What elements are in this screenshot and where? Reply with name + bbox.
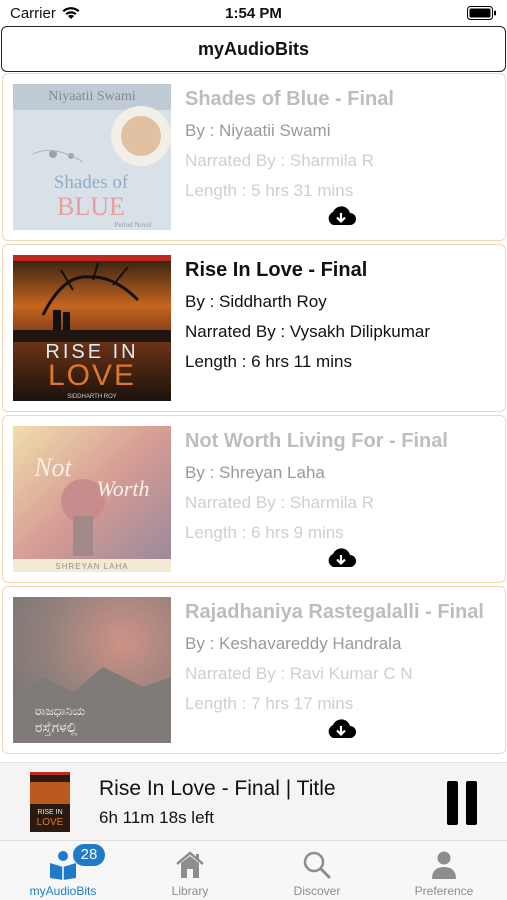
- book-author: By : Siddharth Roy: [185, 292, 327, 311]
- book-title: Rise In Love - Final: [185, 259, 368, 281]
- page-title: myAudioBits: [197, 38, 309, 59]
- book-length: Length : 5 hrs 31 mins: [185, 181, 354, 200]
- tab-library[interactable]: Library: [127, 841, 253, 900]
- tab-bar: 28 myAudioBits Library Discover Preferen…: [0, 840, 507, 900]
- book-list[interactable]: Niyaatii Swami Shades of BLUE Period Nov…: [0, 73, 507, 761]
- player-cover: RISE IN LOVE: [30, 772, 70, 832]
- book-info: Shades of Blue - Final By : Niyaatii Swa…: [185, 88, 497, 211]
- player-title: Rise In Love - Final | Title: [99, 777, 336, 800]
- house-icon: [176, 851, 204, 878]
- book-narrator: Narrated By : Vysakh Dilipkumar: [185, 322, 431, 341]
- cover-title-line2: LOVE: [48, 359, 136, 392]
- book-author: By : Keshavareddy Handrala: [185, 634, 402, 653]
- book-card-shades-of-blue[interactable]: Niyaatii Swami Shades of BLUE Period Nov…: [2, 73, 506, 241]
- book-cover: Not Worth SHREYAN LAHA: [13, 426, 171, 572]
- mini-player[interactable]: RISE IN LOVE Rise In Love - Final | Titl…: [0, 762, 507, 840]
- book-length: Length : 6 hrs 9 mins: [185, 523, 344, 542]
- cover-title-line2: Worth: [97, 476, 150, 501]
- book-card-rise-in-love[interactable]: RISE IN LOVE SIDDHARTH ROY Rise In Love …: [2, 244, 506, 412]
- book-narrator: Narrated By : Sharmila R: [185, 493, 374, 512]
- notification-badge: 28: [73, 844, 105, 866]
- pause-icon: [447, 781, 458, 825]
- cover-byline: SIDDHARTH ROY: [67, 394, 117, 400]
- cover-title-line2: ರಸ್ತೆಗಳಲ್ಲಿ: [35, 720, 77, 736]
- tab-label: myAudioBits: [29, 884, 97, 898]
- tab-label: Discover: [293, 884, 341, 898]
- status-bar: Carrier 1:54 PM: [0, 0, 507, 26]
- book-narrator: Narrated By : Sharmila R: [185, 151, 374, 170]
- book-cover: RISE IN LOVE SIDDHARTH ROY: [13, 255, 171, 401]
- player-cover-line2: LOVE: [37, 817, 64, 828]
- cover-title-line1: ರಾಜಧಾನಿಯ: [35, 704, 85, 718]
- book-card-not-worth-living-for[interactable]: Not Worth SHREYAN LAHA Not Worth Living …: [2, 415, 506, 583]
- book-author: By : Shreyan Laha: [185, 463, 325, 482]
- tab-label: Preference: [414, 884, 474, 898]
- battery-icon: [467, 6, 496, 20]
- book-info: Rise In Love - Final By : Siddharth Roy …: [185, 259, 497, 382]
- cover-title-line1: Shades of: [54, 172, 129, 193]
- tab-label: Library: [171, 884, 209, 898]
- app-header: myAudioBits: [1, 26, 506, 72]
- book-info: Not Worth Living For - Final By : Shreya…: [185, 430, 497, 553]
- book-cover: ರಾಜಧಾನಿಯ ರಸ್ತೆಗಳಲ್ಲಿ: [13, 597, 171, 743]
- book-narrator: Narrated By : Ravi Kumar C N: [185, 664, 413, 683]
- tab-myaudiobits[interactable]: 28 myAudioBits: [0, 841, 126, 900]
- book-length: Length : 6 hrs 11 mins: [185, 352, 352, 371]
- cover-title-line1: Not: [33, 453, 72, 482]
- book-length: Length : 7 hrs 17 mins: [185, 694, 354, 713]
- book-title: Rajadhaniya Rastegalalli - Final: [185, 601, 484, 623]
- cover-top-text: Niyaatii Swami: [48, 89, 136, 104]
- person-icon: [432, 851, 456, 879]
- pause-button[interactable]: [444, 781, 480, 825]
- player-time-left: 6h 11m 18s left: [99, 808, 214, 827]
- cloud-download-icon[interactable]: [325, 717, 357, 741]
- cover-title-line2: BLUE: [57, 192, 125, 221]
- cloud-download-icon[interactable]: [325, 204, 357, 228]
- tab-discover[interactable]: Discover: [254, 841, 380, 900]
- status-time: 1:54 PM: [225, 5, 282, 22]
- cover-byline: SHREYAN LAHA: [55, 562, 128, 571]
- book-title: Not Worth Living For - Final: [185, 430, 448, 452]
- cloud-download-icon[interactable]: [325, 546, 357, 570]
- book-card-rajadhaniya-rastegalalli[interactable]: ರಾಜಧಾನಿಯ ರಸ್ತೆಗಳಲ್ಲಿ Rajadhaniya Rastega…: [2, 586, 506, 754]
- book-author: By : Niyaatii Swami: [185, 121, 331, 140]
- book-cover: Niyaatii Swami Shades of BLUE Period Nov…: [13, 84, 171, 230]
- book-title: Shades of Blue - Final: [185, 88, 394, 110]
- book-info: Rajadhaniya Rastegalalli - Final By : Ke…: [185, 601, 497, 724]
- cover-byline: Period Novel: [114, 221, 151, 229]
- magnifier-icon: [303, 851, 331, 879]
- player-cover-line1: RISE IN: [37, 809, 62, 816]
- tab-preference[interactable]: Preference: [381, 841, 507, 900]
